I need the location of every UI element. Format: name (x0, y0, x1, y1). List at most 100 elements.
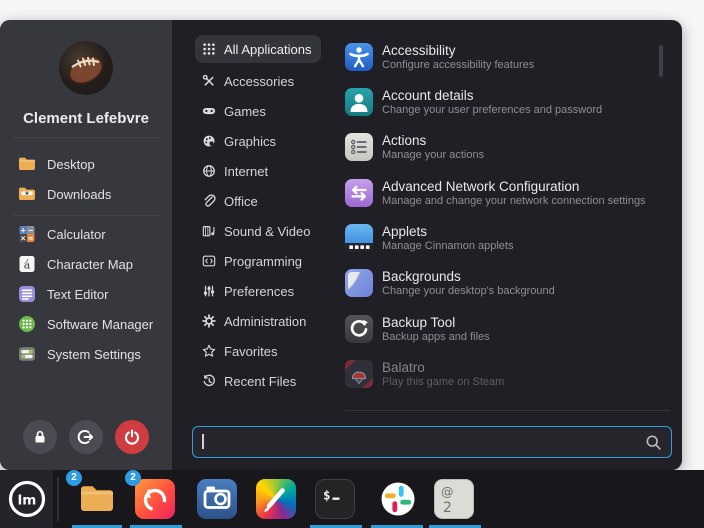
palette-icon (202, 134, 216, 148)
sidebar-item-software-manager[interactable]: Software Manager (12, 309, 168, 339)
gamepad-icon (202, 104, 216, 118)
category-internet[interactable]: Internet (195, 157, 345, 185)
downloads-folder-icon (17, 184, 37, 204)
app-label: Text Editor (47, 287, 108, 302)
place-label: Desktop (47, 157, 95, 172)
app-description: Manage your actions (382, 149, 484, 162)
svg-text:@: @ (441, 484, 454, 499)
sidebar-item-desktop[interactable]: Desktop (12, 149, 168, 179)
search-icon (645, 434, 662, 451)
category-label: Internet (224, 164, 268, 179)
category-label: Recent Files (224, 374, 296, 389)
running-indicator-window-at (429, 525, 481, 528)
taskbar-firefox-button[interactable] (135, 479, 175, 519)
avatar[interactable] (59, 41, 113, 95)
category-administration[interactable]: Administration (195, 307, 345, 335)
character-map-icon: á (17, 254, 37, 274)
sidebar-item-character-map[interactable]: á Character Map (12, 249, 168, 279)
category-favorites[interactable]: Favorites (195, 337, 345, 365)
app-row-account-details[interactable]: Account details Change your user prefere… (345, 80, 665, 124)
category-preferences[interactable]: Preferences (195, 277, 345, 305)
category-office[interactable]: Office (195, 187, 345, 215)
taskbar-window-at-button[interactable]: @ 2 (434, 479, 474, 519)
category-label: Accessories (224, 74, 294, 89)
app-row-actions[interactable]: Actions Manage your actions (345, 125, 665, 169)
logout-button[interactable] (69, 420, 103, 454)
search-input[interactable] (203, 429, 637, 457)
taskbar-files-button[interactable] (77, 479, 117, 519)
running-indicator-files (72, 525, 122, 528)
lock-screen-button[interactable] (23, 420, 57, 454)
category-programming[interactable]: Programming (195, 247, 345, 275)
account-details-icon (345, 88, 373, 116)
sidebar-item-text-editor[interactable]: Text Editor (12, 279, 168, 309)
category-label: Programming (224, 254, 302, 269)
files-folder-icon (77, 479, 117, 519)
category-label: Graphics (224, 134, 276, 149)
app-label: Software Manager (47, 317, 153, 332)
app-title: Accessibility (382, 43, 534, 59)
app-label: Calculator (47, 227, 106, 242)
app-row-applets[interactable]: Applets Manage Cinnamon applets (345, 216, 665, 260)
power-icon (123, 428, 141, 446)
category-graphics[interactable]: Graphics (195, 127, 345, 155)
svg-text:2: 2 (443, 500, 452, 516)
app-title: Account details (382, 88, 602, 104)
panel-taskbar: lm 2 2 (0, 470, 704, 528)
category-label: Favorites (224, 344, 277, 359)
taskbar-screenshot-button[interactable] (197, 479, 237, 519)
terminal-icon: $ (315, 479, 355, 519)
category-label: All Applications (224, 42, 311, 57)
app-row-backgrounds[interactable]: Backgrounds Change your desktop's backgr… (345, 261, 665, 305)
app-description: Manage and change your network connectio… (382, 195, 646, 208)
football-avatar-image (59, 41, 113, 95)
paperclip-icon (202, 194, 216, 208)
category-sound-video[interactable]: Sound & Video (195, 217, 345, 245)
app-row-advanced-network-configuration[interactable]: Advanced Network Configuration Manage an… (345, 171, 665, 215)
sliders-icon (202, 284, 216, 298)
text-editor-icon (17, 284, 37, 304)
actions-icon (345, 133, 373, 161)
paint-palette-background (256, 479, 296, 519)
menu-sidebar: Clement Lefebvre Desktop Downloads (0, 20, 172, 470)
app-list-scrollbar[interactable] (659, 45, 663, 77)
app-title: Backup Tool (382, 315, 490, 331)
category-accessories[interactable]: Accessories (195, 67, 345, 95)
category-label: Administration (224, 314, 306, 329)
category-all-applications[interactable]: All Applications (195, 35, 321, 63)
backup-tool-icon (345, 315, 373, 343)
system-settings-icon (17, 344, 37, 364)
svg-text:á: á (24, 259, 31, 272)
desktop-background: Clement Lefebvre Desktop Downloads (0, 0, 704, 528)
category-games[interactable]: Games (195, 97, 345, 125)
svg-text:×: × (20, 234, 26, 242)
taskbar-slack-button[interactable] (378, 479, 418, 519)
accessibility-icon (345, 43, 373, 71)
app-description: Change your desktop's background (382, 285, 555, 298)
sidebar-item-calculator[interactable]: + − × = Calculator (12, 219, 168, 249)
taskbar-terminal-button[interactable]: $ (315, 479, 355, 519)
taskbar-drawing-button[interactable] (256, 479, 296, 519)
svg-text:+: + (20, 226, 26, 234)
app-title: Backgrounds (382, 269, 555, 285)
sidebar-item-system-settings[interactable]: System Settings (12, 339, 168, 369)
app-row-backup-tool[interactable]: Backup Tool Backup apps and files (345, 307, 665, 351)
svg-text:=: = (28, 234, 34, 242)
category-recent-files[interactable]: Recent Files (195, 367, 345, 395)
menu-button[interactable]: lm (0, 470, 53, 528)
lock-icon (31, 428, 49, 446)
app-title: Balatro (382, 360, 504, 376)
app-row-balatro[interactable]: Balatro Play this game on Steam (345, 352, 665, 396)
app-description: Change your user preferences and passwor… (382, 104, 602, 117)
user-name: Clement Lefebvre (0, 110, 172, 127)
place-label: Downloads (47, 187, 111, 202)
generic-window-icon: @ 2 (434, 479, 474, 519)
search-box[interactable] (192, 426, 672, 458)
sidebar-item-downloads[interactable]: Downloads (12, 179, 168, 209)
linux-mint-logo-icon: lm (6, 478, 48, 520)
app-row-accessibility[interactable]: Accessibility Configure accessibility fe… (345, 35, 665, 79)
slack-icon (378, 479, 418, 519)
app-title: Applets (382, 224, 513, 240)
power-button[interactable] (115, 420, 149, 454)
files-badge: 2 (66, 470, 82, 486)
